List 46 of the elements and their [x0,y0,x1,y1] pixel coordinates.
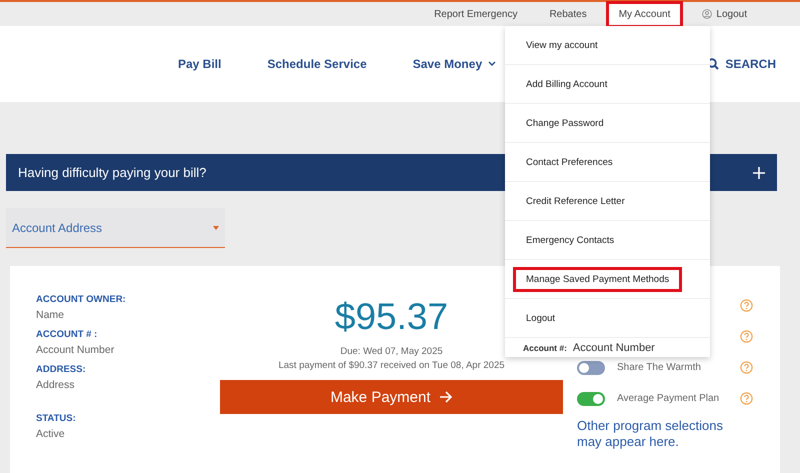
make-payment-button[interactable]: Make Payment [220,380,563,414]
banner-title: Having difficulty paying your bill? [18,165,206,180]
menu-item[interactable]: Change Password [513,110,617,136]
field-value: Account Number [36,344,116,356]
amount-due: $95.37 [334,296,448,338]
due-date: Due: Wed 07, May 2025 [340,346,443,357]
menu-item[interactable]: View my account [513,32,611,58]
logout-link[interactable]: Logout [689,0,760,28]
user-icon [702,9,712,19]
help-icon[interactable] [740,299,753,312]
nav-link[interactable]: Rebates [536,0,600,28]
menu-item[interactable]: Credit Reference Letter [513,188,638,214]
program-label: Share The Warmth [617,362,702,373]
help-icon[interactable] [740,330,753,343]
last-payment: Last payment of $90.37 received on Tue 08, Apr 2025 [278,360,505,371]
nav-link[interactable]: Save Money [412,57,496,71]
menu-item[interactable]: Manage Saved Payment Methods [513,266,682,292]
field-label: ACCOUNT OWNER: [36,294,127,305]
menu-item[interactable]: Logout [513,306,568,330]
field-value: Address [36,379,76,391]
programs-note: Other program selections may appear here. [577,418,724,450]
chevron-icon [488,61,496,67]
field-label: ACCOUNT # : [36,329,98,340]
toggle-switch[interactable] [577,360,605,374]
help-icon[interactable] [740,361,753,374]
field-label: ADDRESS: [36,364,87,375]
nav-link[interactable]: My Account [606,0,684,28]
caret-icon [213,226,219,230]
account-select[interactable]: Account Address [6,208,225,248]
account-number: Account Number [572,342,655,354]
program-label: Average Payment Plan [617,393,720,404]
search-link[interactable]: SEARCH [707,57,776,71]
toggle-switch[interactable] [577,392,605,406]
nav-link[interactable]: Pay Bill [178,57,222,71]
field-label: STATUS: [36,413,77,424]
field-value: Name [36,309,66,321]
menu-item[interactable]: Add Billing Account [513,72,620,96]
help-icon[interactable] [740,392,753,405]
search-icon [707,58,720,70]
account-label: Account #: [523,342,567,352]
nav-link[interactable]: Schedule Service [267,57,367,71]
field-value: Active [36,428,66,440]
menu-item[interactable]: Emergency Contacts [513,228,628,252]
nav-link[interactable]: Report Emergency [421,0,530,28]
plus-icon[interactable] [753,166,765,178]
arrow-icon [438,391,453,403]
